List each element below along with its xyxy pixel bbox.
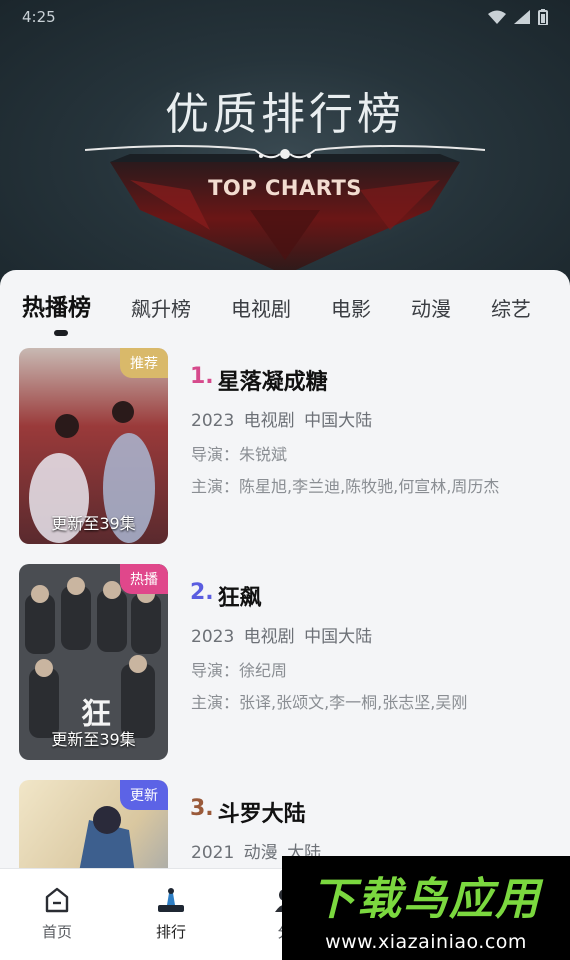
- badge-recommended: 推荐: [120, 348, 168, 378]
- category-tabs: 热播榜 飙升榜 电视剧 电影 动漫 综艺: [0, 270, 570, 336]
- tab-movie[interactable]: 电影: [331, 293, 371, 326]
- wifi-icon: [488, 10, 506, 24]
- nav-home[interactable]: 首页: [0, 869, 114, 960]
- item-director: 导演：朱锐斌: [191, 445, 288, 464]
- tab-anime[interactable]: 动漫: [411, 293, 451, 326]
- item-meta: 2023 电视剧 中国大陆: [191, 411, 373, 431]
- signal-icon: [514, 10, 530, 24]
- badge-hot: 热播: [120, 564, 168, 594]
- rank-number: 2.: [190, 580, 214, 605]
- hero-subtitle: TOP CHARTS: [208, 176, 362, 200]
- poster-image[interactable]: 狂 热播 更新至39集: [19, 564, 168, 760]
- rank-number: 1.: [190, 364, 214, 389]
- item-director: 导演：徐纪周: [191, 661, 288, 680]
- tab-variety[interactable]: 综艺: [491, 293, 531, 326]
- watermark-title: 下载鸟应用: [311, 874, 541, 925]
- home-icon: [45, 887, 69, 913]
- nav-home-label: 首页: [41, 923, 72, 941]
- status-time: 4:25: [22, 8, 56, 26]
- watermark-overlay: 下载鸟应用 www.xiazainiao.com: [282, 856, 570, 960]
- status-bar: 4:25: [0, 0, 570, 34]
- hero-banner: 4:25 优质排行榜 TOP CHARTS: [0, 0, 570, 290]
- tab-rising[interactable]: 飙升榜: [131, 293, 191, 326]
- item-title[interactable]: 星落凝成糖: [218, 364, 328, 396]
- item-meta: 2023 电视剧 中国大陆: [191, 627, 373, 647]
- watermark-url: www.xiazainiao.com: [325, 931, 527, 953]
- ranking-icon: [158, 888, 184, 912]
- tab-tv-series[interactable]: 电视剧: [231, 293, 291, 326]
- item-title[interactable]: 狂飙: [218, 580, 262, 612]
- item-cast: 主演：陈星旭,李兰迪,陈牧驰,何宣林,周历杰: [191, 477, 500, 496]
- nav-ranking[interactable]: 排行: [114, 869, 228, 960]
- poster-image[interactable]: 推荐 更新至39集: [19, 348, 168, 544]
- item-cast: 主演：张译,张颂文,李一桐,张志坚,吴刚: [191, 693, 468, 712]
- list-item[interactable]: 推荐 更新至39集 1. 星落凝成糖 2023 电视剧 中国大陆 导演：朱锐斌 …: [0, 348, 570, 564]
- hero-platform-art: [110, 154, 460, 275]
- item-title[interactable]: 斗罗大陆: [218, 796, 306, 828]
- battery-icon: [538, 9, 548, 25]
- list-item[interactable]: 狂 热播 更新至39集 2. 狂飙 2023 电视剧 中国大陆 导演：徐纪周 主…: [0, 564, 570, 780]
- badge-updated: 更新: [120, 780, 168, 810]
- hero-title: 优质排行榜: [165, 89, 405, 140]
- active-tab-indicator: [54, 330, 68, 336]
- tab-hot[interactable]: 热播榜: [22, 288, 91, 326]
- episode-caption: 更新至39集: [51, 514, 136, 533]
- episode-caption: 更新至39集: [51, 730, 136, 749]
- rank-number: 3.: [190, 796, 214, 821]
- nav-ranking-label: 排行: [155, 923, 186, 941]
